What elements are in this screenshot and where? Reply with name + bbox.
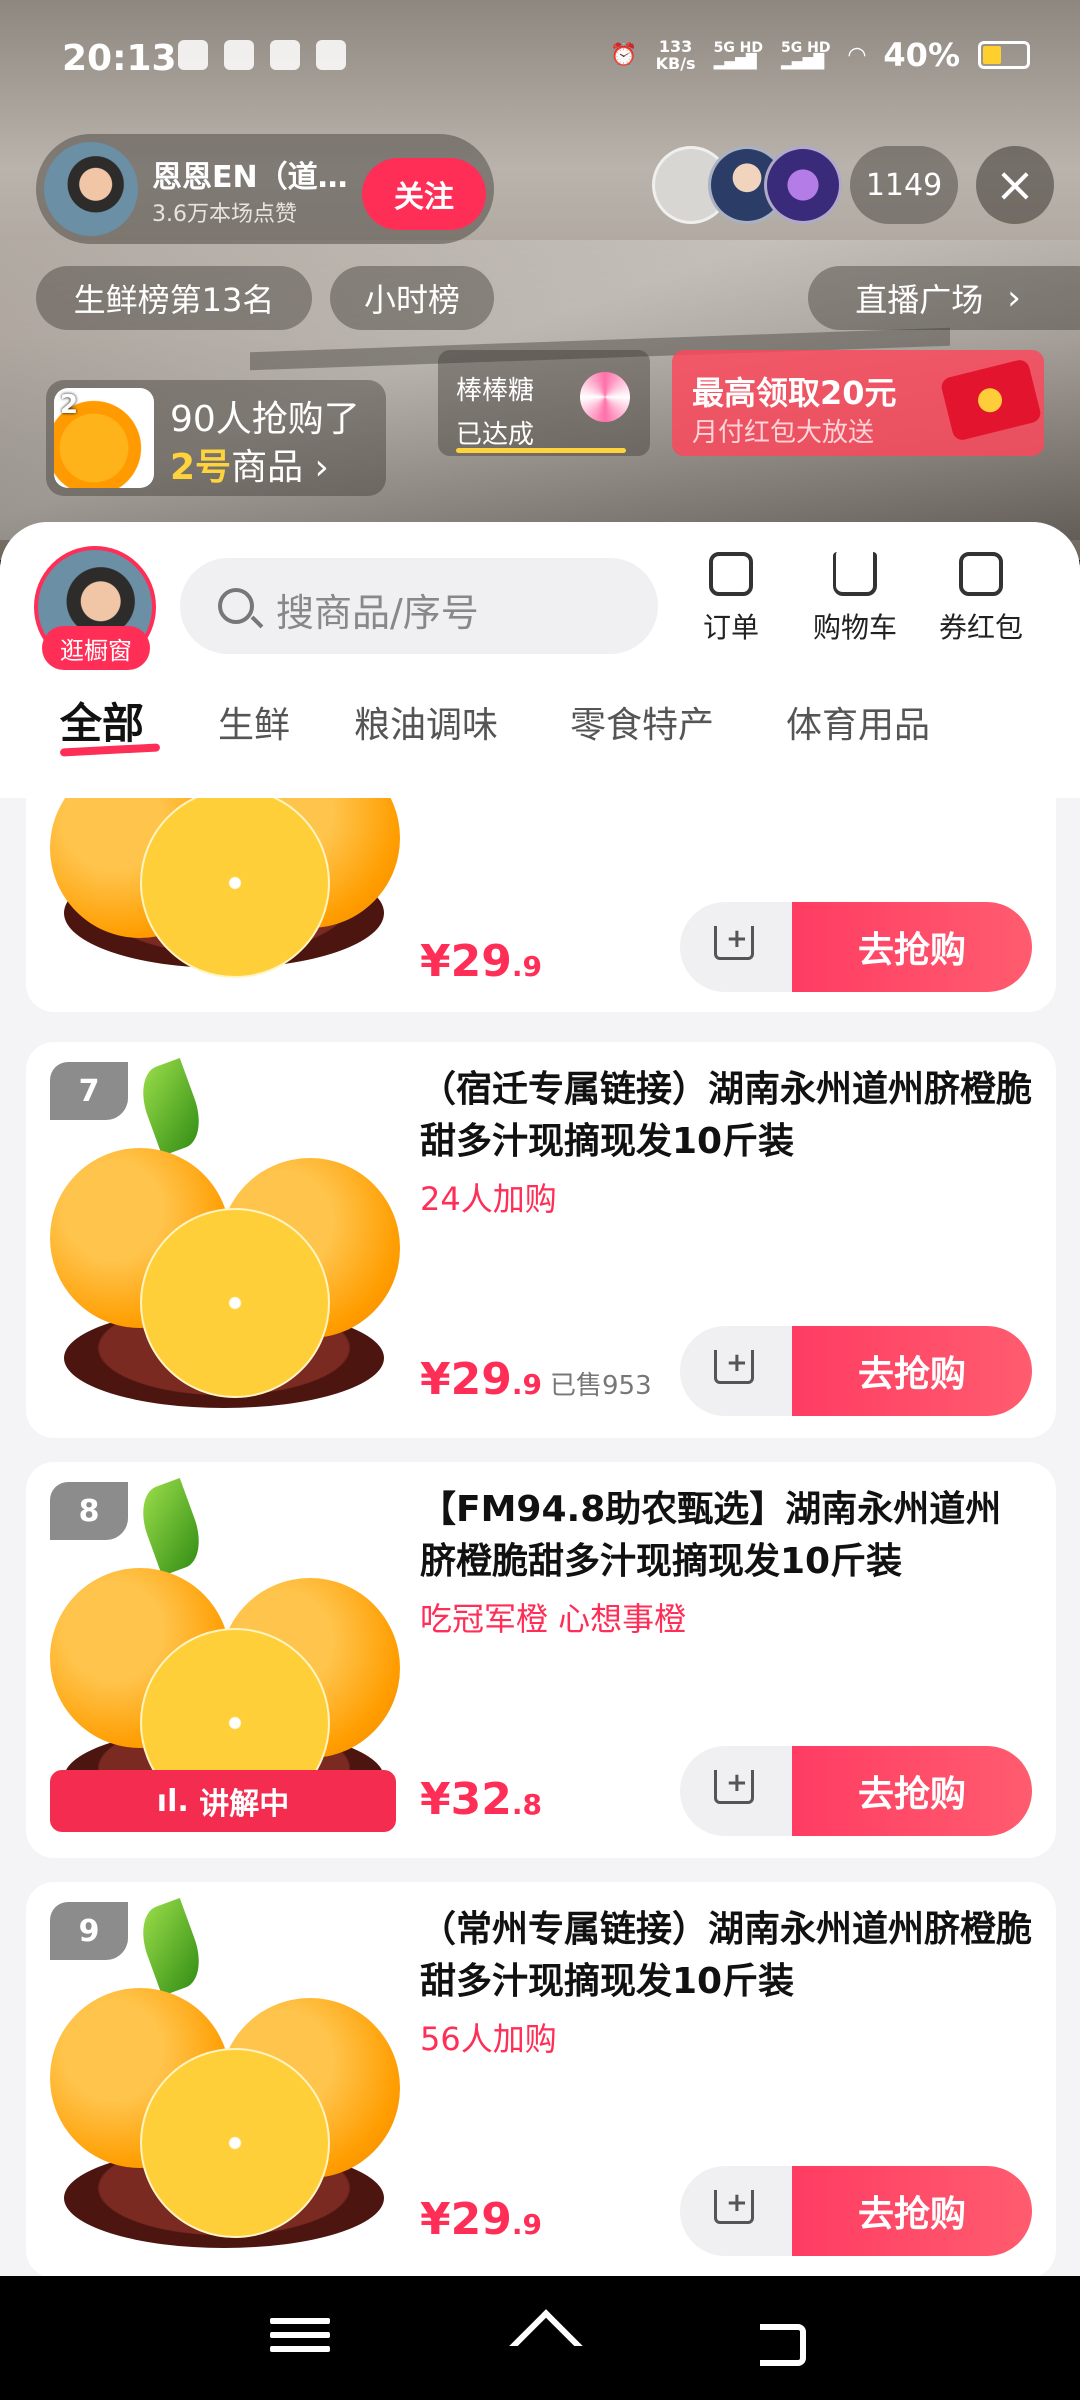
gift-progress-bar (456, 448, 626, 453)
add-to-cart-button[interactable]: + (680, 2166, 792, 2256)
live-plaza-chip[interactable]: 直播广场 › (808, 266, 1080, 330)
coupons-button[interactable]: 券红包 (926, 552, 1036, 646)
tab-grain-oil[interactable]: 粮油调味 (354, 696, 498, 748)
purchase-count: 90人抢购了 (170, 399, 360, 440)
product-card[interactable]: ¥29.9 + 去抢购 (26, 798, 1056, 1012)
top-viewers[interactable] (652, 146, 842, 224)
status-time: 20:13 (62, 38, 177, 79)
buy-now-button[interactable]: 去抢购 (792, 2166, 1032, 2256)
close-icon: × (994, 157, 1036, 213)
product-image (50, 798, 400, 998)
viewer-avatar[interactable] (764, 146, 842, 224)
product-card[interactable]: 8 ıl. 讲解中 【FM94.8助农甄选】湖南永州道州脐橙脆甜多汁现摘现发10… (26, 1462, 1056, 1858)
rank-chip[interactable]: 生鲜榜第13名 (36, 266, 312, 330)
notification-icons (178, 40, 346, 70)
shopping-cart-icon (833, 552, 877, 596)
product-index: 9 (50, 1902, 128, 1960)
order-list-icon (709, 552, 753, 596)
live-purchase-card[interactable]: 2 90人抢购了 2号商品 › (46, 380, 386, 496)
audio-bars-icon: ıl. (156, 1783, 200, 1819)
buy-now-button[interactable]: 去抢购 (792, 1326, 1032, 1416)
product-index: 7 (50, 1062, 128, 1120)
search-icon (218, 588, 254, 624)
product-card[interactable]: 9 （常州专属链接）湖南永州道州脐橙脆甜多汁现摘现发10斤装 56人加购 ¥29… (26, 1882, 1056, 2276)
alarm-icon: ⏰ (610, 42, 638, 68)
signal-1: 5G HD ▂▄▆█ (713, 40, 764, 70)
red-packet-banner[interactable]: 最高领取20元 月付红包大放送 (672, 350, 1044, 456)
hourly-rank-chip[interactable]: 小时榜 (330, 266, 494, 330)
product-subtitle: 56人加购 (420, 2020, 557, 2058)
cart-button[interactable]: 购物车 (800, 552, 910, 646)
streamer-avatar[interactable] (44, 142, 138, 236)
explaining-badge: ıl. 讲解中 (50, 1770, 396, 1832)
chevron-right-icon: › (1007, 278, 1021, 318)
status-right: ⏰ 133 KB/s 5G HD ▂▄▆█ 5G HD ▂▄▆█ ◠ 40% (610, 36, 1030, 74)
signal-2: 5G HD ▂▄▆█ (781, 40, 831, 70)
gift-name: 棒棒糖 (456, 376, 535, 406)
product-card[interactable]: 7 （宿迁专属链接）湖南永州道州脐橙脆甜多汁现摘现发10斤装 24人加购 ¥29… (26, 1042, 1056, 1438)
tab-snacks[interactable]: 零食特产 (570, 696, 714, 748)
product-price: ¥32.8 (420, 1774, 542, 1825)
product-subtitle: 24人加购 (420, 1180, 557, 1218)
product-panel: 逛橱窗 搜商品/序号 订单 购物车 券红包 全部 生鲜 粮油调味 零食特产 体育… (0, 522, 1080, 2276)
buy-now-button[interactable]: 去抢购 (792, 1746, 1032, 1836)
home-icon[interactable] (512, 2310, 572, 2366)
live-plaza-label: 直播广场 (855, 281, 984, 319)
menu-icon[interactable] (270, 2310, 330, 2366)
red-envelope-icon (939, 358, 1043, 442)
add-to-cart-button[interactable]: + (680, 902, 792, 992)
browse-showcase-button[interactable]: 逛橱窗 (42, 626, 150, 670)
viewer-count[interactable]: 1149 (850, 146, 958, 224)
avatar-notification-icon (270, 40, 300, 70)
search-input[interactable]: 搜商品/序号 (180, 558, 658, 654)
product-index: 8 (50, 1482, 128, 1540)
signal-bars-icon: ▂▄▆█ (713, 54, 757, 70)
status-bar: 20:13 ⏰ 133 KB/s 5G HD ▂▄▆█ 5G HD ▂▄▆█ ◠… (0, 0, 1080, 120)
tab-all[interactable]: 全部 (60, 690, 144, 751)
add-to-cart-button[interactable]: + (680, 1326, 792, 1416)
battery-percent: 40% (883, 36, 960, 74)
purchase-product: 2号商品 › (170, 447, 329, 488)
category-tabs: 全部 生鲜 粮油调味 零食特产 体育用品 (0, 690, 1080, 770)
red-packet-subtitle: 月付红包大放送 (692, 418, 875, 448)
streamer-name: 恩恩EN（道… (152, 160, 348, 195)
product-title: 【FM94.8助农甄选】湖南永州道州脐橙脆甜多汁现摘现发10斤装 (420, 1489, 1002, 1582)
product-title: （常州专属链接）湖南永州道州脐橙脆甜多汁现摘现发10斤装 (420, 1909, 1033, 2002)
wifi-icon: ◠ (848, 42, 866, 68)
news-notification-icon (316, 40, 346, 70)
product-price: ¥29.9 已售953 (420, 1354, 652, 1405)
product-title: （宿迁专属链接）湖南永州道州脐橙脆甜多汁现摘现发10斤装 (420, 1069, 1033, 1162)
chevron-right-icon: › (314, 447, 329, 488)
back-icon[interactable] (752, 2310, 812, 2366)
buy-now-button[interactable]: 去抢购 (792, 902, 1032, 992)
battery-icon (978, 41, 1030, 69)
app-notification-icon (178, 40, 208, 70)
coupon-icon (959, 552, 1003, 596)
gift-status: 已达成 (456, 420, 535, 450)
streamer-likes: 3.6万本场点赞 (152, 202, 297, 227)
panel-header: 逛橱窗 搜商品/序号 订单 购物车 券红包 全部 生鲜 粮油调味 零食特产 体育… (0, 522, 1080, 798)
search-placeholder: 搜商品/序号 (276, 591, 479, 635)
red-packet-title: 最高领取20元 (692, 374, 897, 412)
follow-button[interactable]: 关注 (362, 158, 486, 230)
close-button[interactable]: × (976, 146, 1054, 224)
lollipop-icon (580, 372, 630, 422)
product-thumbnail: 2 (54, 388, 154, 488)
tab-fresh[interactable]: 生鲜 (218, 696, 290, 748)
tab-sports[interactable]: 体育用品 (786, 696, 930, 748)
product-price: ¥29.9 (420, 936, 542, 987)
system-nav-bar (0, 2276, 1080, 2400)
product-number: 2 (60, 390, 79, 420)
chat-notification-icon (224, 40, 254, 70)
product-subtitle: 吃冠军橙 心想事橙 (420, 1600, 687, 1638)
add-to-cart-button[interactable]: + (680, 1746, 792, 1836)
net-speed: 133 KB/s (655, 37, 696, 73)
signal-bars-icon: ▂▄▆█ (781, 54, 825, 70)
product-price: ¥29.9 (420, 2194, 542, 2245)
gift-goal-card[interactable]: 棒棒糖 已达成 (438, 350, 650, 456)
orders-button[interactable]: 订单 (676, 552, 786, 646)
